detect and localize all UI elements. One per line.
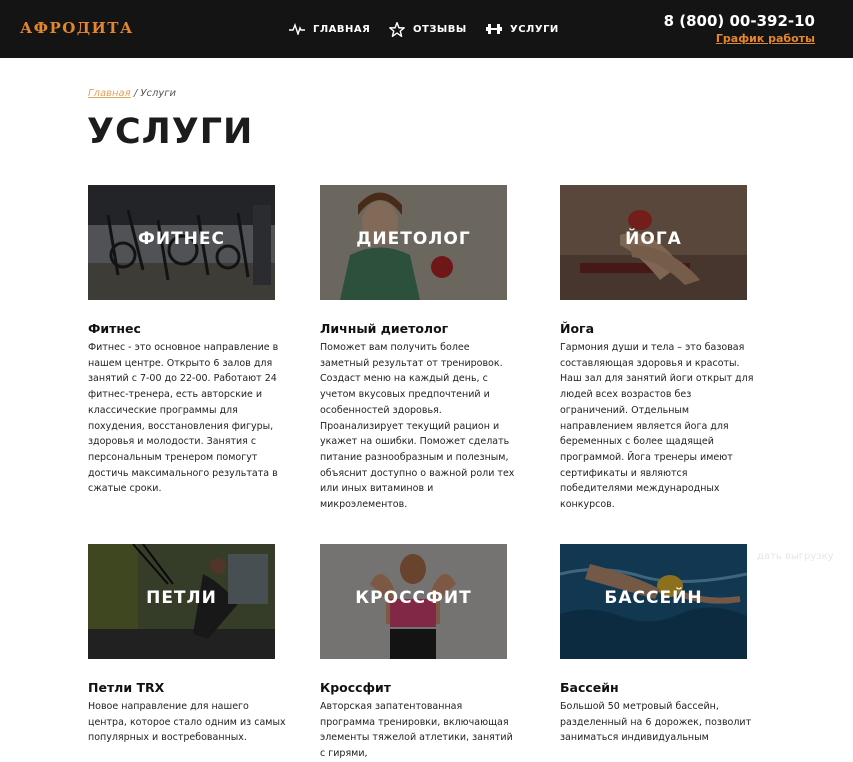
image-caption: ДИЕТОЛОГ [356,229,471,249]
service-card-yoga: ЙОГА Йога Гармония души и тела – это баз… [560,185,760,513]
nav-item-services[interactable]: УСЛУГИ [486,21,559,37]
nav-item-reviews[interactable]: ОТЗЫВЫ [389,21,467,37]
breadcrumb: Главная / Услуги [88,88,176,99]
service-card-fitness: ФИТНЕС Фитнес Фитнес - это основное напр… [88,185,288,497]
image-caption: ЙОГА [625,229,682,249]
service-description: Фитнес - это основное направление в наше… [88,342,279,495]
phone-number[interactable]: 8 (800) 00-392-10 [664,12,815,30]
service-title[interactable]: Личный диетолог [320,321,520,336]
image-caption: КРОССФИТ [355,588,472,608]
service-title[interactable]: Петли TRX [88,680,288,695]
service-title[interactable]: Фитнес [88,321,288,336]
schedule-link[interactable]: График работы [716,32,815,45]
star-icon [389,21,405,37]
breadcrumb-current: Услуги [140,88,177,99]
service-image-pool[interactable]: БАССЕЙН [560,544,747,659]
service-title[interactable]: Йога [560,321,760,336]
site-header: АФРОДИТА ГЛАВНАЯ ОТЗЫВЫ УСЛУГИ 8 (800) 0… [0,0,853,58]
service-card-trx: ПЕТЛИ Петли TRX Новое направление для на… [88,544,288,746]
service-image-yoga[interactable]: ЙОГА [560,185,747,300]
nav-label-reviews: ОТЗЫВЫ [413,23,467,35]
service-description: Авторская запатентованная программа трен… [320,701,513,760]
service-card-crossfit: КРОССФИТ Кроссфит Авторская запатентован… [320,544,520,762]
dumbbell-icon [486,24,502,34]
service-description: Поможет вам получить более заметный резу… [320,342,515,511]
page-title: УСЛУГИ [87,112,254,152]
pulse-icon [289,23,305,35]
image-caption: ФИТНЕС [138,229,225,249]
service-card-dietologist: ДИЕТОЛОГ Личный диетолог Поможет вам пол… [320,185,520,513]
image-caption: ПЕТЛИ [146,588,217,608]
watermark-text: дать выгрузку [757,551,834,562]
breadcrumb-separator: / [130,88,141,99]
service-image-fitness[interactable]: ФИТНЕС [88,185,275,300]
service-description: Большой 50 метровый бассейн, разделенный… [560,701,752,744]
service-description: Новое направление для нашего центра, кот… [88,701,286,744]
service-image-dietologist[interactable]: ДИЕТОЛОГ [320,185,507,300]
nav-item-home[interactable]: ГЛАВНАЯ [289,21,370,37]
nav-label-services: УСЛУГИ [510,23,559,35]
nav-label-home: ГЛАВНАЯ [313,23,371,35]
image-caption: БАССЕЙН [604,588,703,608]
service-image-crossfit[interactable]: КРОССФИТ [320,544,507,659]
breadcrumb-home-link[interactable]: Главная [88,88,131,99]
service-description: Гармония души и тела – это базовая соста… [560,342,754,511]
service-card-pool: БАССЕЙН Бассейн Большой 50 метровый басс… [560,544,760,746]
service-image-trx[interactable]: ПЕТЛИ [88,544,275,659]
service-title[interactable]: Кроссфит [320,680,520,695]
service-title[interactable]: Бассейн [560,680,760,695]
